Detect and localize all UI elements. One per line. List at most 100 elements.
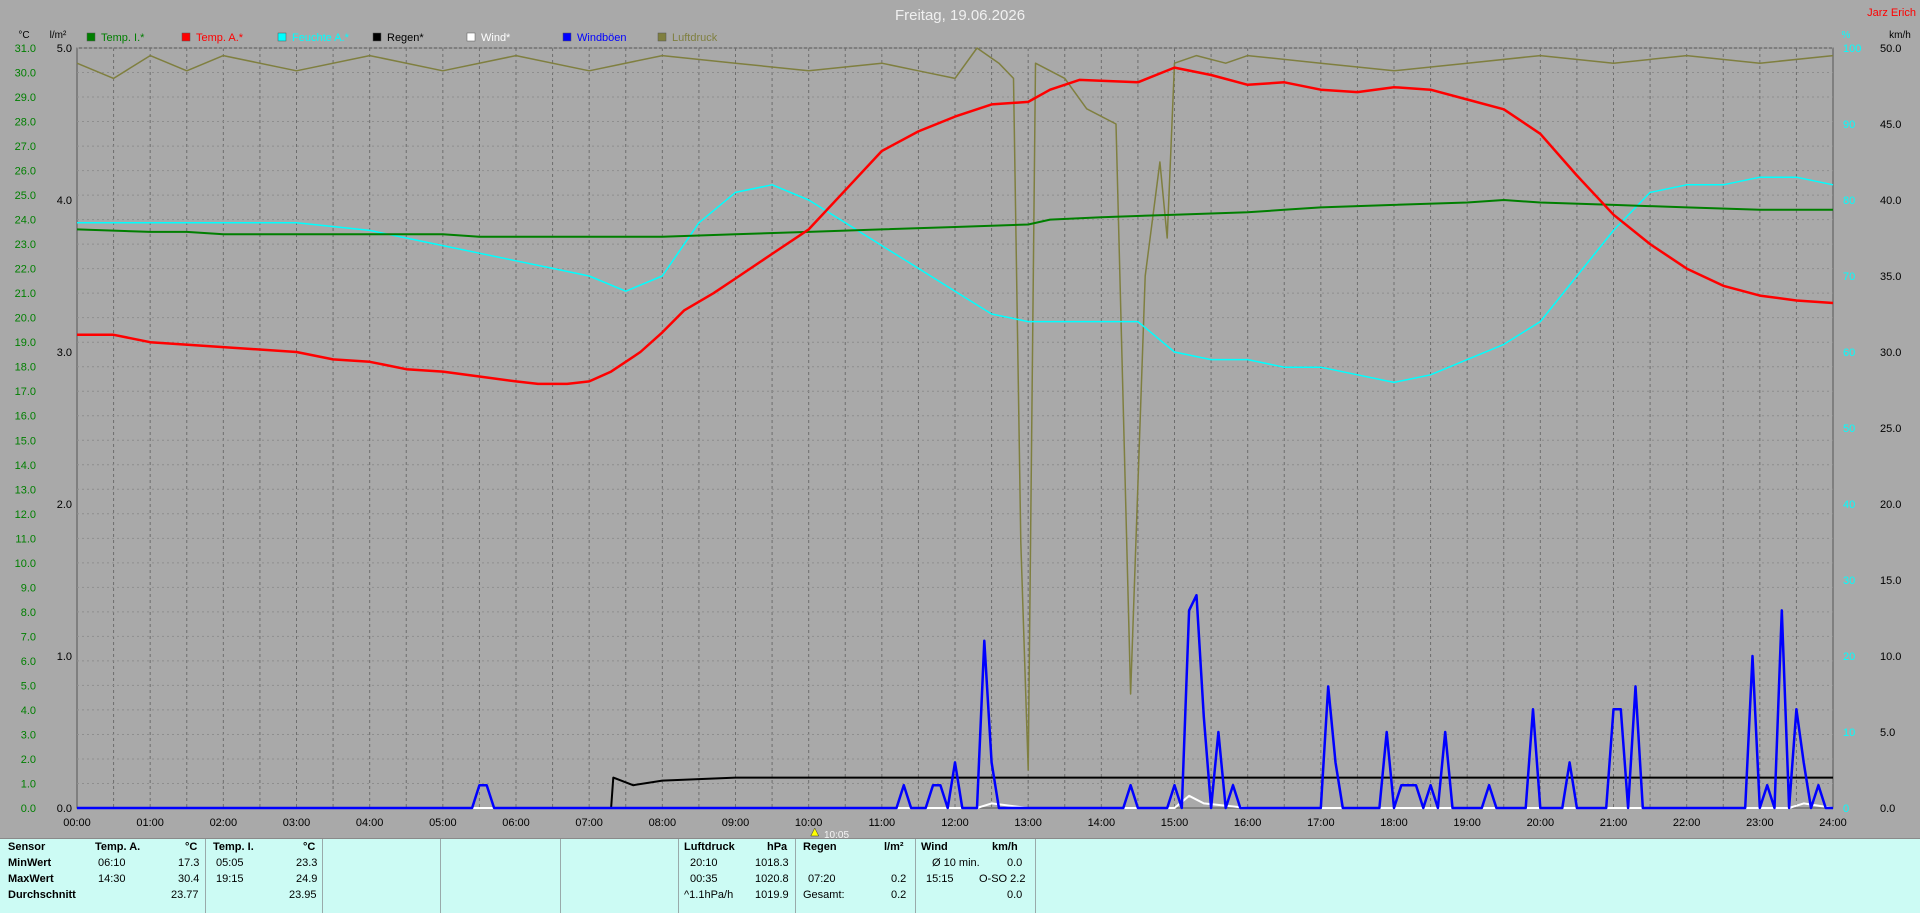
temp-i-max-time: 19:15 [216, 873, 244, 885]
separator [795, 839, 796, 913]
pressure-trend-label: ^1.1hPa/h [684, 889, 734, 901]
wind-tick-label: 30.0 [1880, 347, 1901, 359]
legend-item: Temp. A.* [181, 32, 244, 44]
rain-header: Regen [803, 841, 837, 853]
temp-tick-label: 22.0 [15, 264, 36, 276]
x-tick-label: 22:00 [1673, 817, 1701, 829]
temp-tick-label: 7.0 [21, 631, 36, 643]
row-label-sensor: Sensor [8, 841, 46, 853]
legend-item: Luftdruck [657, 32, 718, 44]
temp-tick-label: 14.0 [15, 460, 36, 472]
legend-label: Temp. A.* [196, 32, 244, 44]
wind-tick-label: 45.0 [1880, 119, 1901, 131]
pressure-unit: hPa [767, 841, 788, 853]
temp-tick-label: 29.0 [15, 92, 36, 104]
row-label-avg: Durchschnitt [8, 889, 76, 901]
wind-tick-label: 50.0 [1880, 43, 1901, 55]
temp-tick-label: 8.0 [21, 607, 36, 619]
wind-tick-label: 10.0 [1880, 651, 1901, 663]
temp-a-min-time: 06:10 [98, 857, 126, 869]
legend-swatch [657, 32, 667, 42]
temp-tick-label: 10.0 [15, 558, 36, 570]
rain-tick-label: 2.0 [57, 499, 72, 511]
temp-tick-label: 20.0 [15, 313, 36, 325]
temp-tick-label: 27.0 [15, 141, 36, 153]
rain-total-label: Gesamt: [803, 889, 845, 901]
temp-tick-label: 24.0 [15, 215, 36, 227]
legend-item: Wind* [466, 32, 511, 44]
temp-i-max-value: 24.9 [296, 873, 318, 885]
legend-swatch [562, 32, 572, 42]
pressure-max-value: 1020.8 [755, 873, 789, 885]
wind-tick-label: 15.0 [1880, 575, 1901, 587]
temp-tick-label: 5.0 [21, 680, 36, 692]
temp-tick-label: 18.0 [15, 362, 36, 374]
x-tick-label: 18:00 [1380, 817, 1408, 829]
legend-swatch [466, 32, 476, 42]
temp-a-unit: °C [185, 841, 198, 853]
left-axis-unit-temp: °C [18, 30, 29, 41]
x-tick-label: 05:00 [429, 817, 457, 829]
temp-tick-label: 26.0 [15, 166, 36, 178]
rain-tick-label: 5.0 [57, 43, 72, 55]
temp-i-min-value: 23.3 [296, 857, 318, 869]
pressure-header: Luftdruck [684, 841, 735, 853]
x-tick-label: 24:00 [1819, 817, 1847, 829]
x-tick-label: 19:00 [1453, 817, 1481, 829]
right-axis-unit-wind: km/h [1889, 30, 1911, 41]
legend-item: Regen* [372, 32, 424, 44]
pressure-trend-value: 1019.9 [755, 889, 789, 901]
legend-label: Wind* [481, 32, 511, 44]
separator [1035, 839, 1036, 913]
legend-item: Temp. I.* [86, 32, 145, 44]
rain-tick-label: 4.0 [57, 195, 72, 207]
row-label-min: MinWert [8, 857, 52, 869]
wind-avg-label: Ø 10 min. [932, 857, 980, 869]
x-tick-label: 04:00 [356, 817, 384, 829]
humidity-tick-label: 50 [1843, 423, 1855, 435]
temp-tick-label: 30.0 [15, 68, 36, 80]
x-tick-label: 16:00 [1234, 817, 1262, 829]
separator [205, 839, 206, 913]
left-axis-unit-rain: l/m² [50, 30, 67, 41]
x-tick-label: 20:00 [1527, 817, 1555, 829]
wind-tick-label: 20.0 [1880, 499, 1901, 511]
rain-max-value: 0.2 [891, 873, 907, 885]
separator [678, 839, 679, 913]
separator [440, 839, 441, 913]
legend-swatch [181, 32, 191, 42]
temp-i-unit: °C [303, 841, 316, 853]
humidity-tick-label: 90 [1843, 119, 1855, 131]
humidity-tick-label: 60 [1843, 347, 1855, 359]
legend-label: Regen* [387, 32, 424, 44]
right-axis-unit-humidity: % [1842, 30, 1851, 41]
legend-item: Feuchte A.* [277, 32, 350, 44]
station-name: Jarz Erich [1867, 7, 1916, 19]
temp-tick-label: 2.0 [21, 754, 36, 766]
legend-swatch [277, 32, 287, 42]
separator [915, 839, 916, 913]
temp-tick-label: 3.0 [21, 729, 36, 741]
x-tick-label: 01:00 [136, 817, 164, 829]
temp-a-min-value: 17.3 [178, 857, 200, 869]
temp-i-avg-value: 23.95 [289, 889, 317, 901]
temp-tick-label: 31.0 [15, 43, 36, 55]
rain-unit: l/m² [884, 841, 904, 853]
x-tick-label: 13:00 [1014, 817, 1042, 829]
humidity-tick-label: 100 [1843, 43, 1861, 55]
rain-tick-label: 3.0 [57, 347, 72, 359]
time-marker: 10:05 [810, 827, 849, 838]
humidity-tick-label: 30 [1843, 575, 1855, 587]
separator [560, 839, 561, 913]
temp-tick-label: 17.0 [15, 386, 36, 398]
x-tick-label: 00:00 [63, 817, 91, 829]
humidity-tick-label: 80 [1843, 195, 1855, 207]
temp-tick-label: 19.0 [15, 337, 36, 349]
wind-max-value: O-SO 2.2 [979, 873, 1026, 885]
humidity-tick-label: 10 [1843, 727, 1855, 739]
humidity-tick-label: 0 [1843, 803, 1849, 815]
pressure-max-time: 00:35 [690, 873, 718, 885]
temp-a-header: Temp. A. [95, 841, 141, 853]
x-tick-label: 08:00 [649, 817, 677, 829]
temp-tick-label: 16.0 [15, 411, 36, 423]
